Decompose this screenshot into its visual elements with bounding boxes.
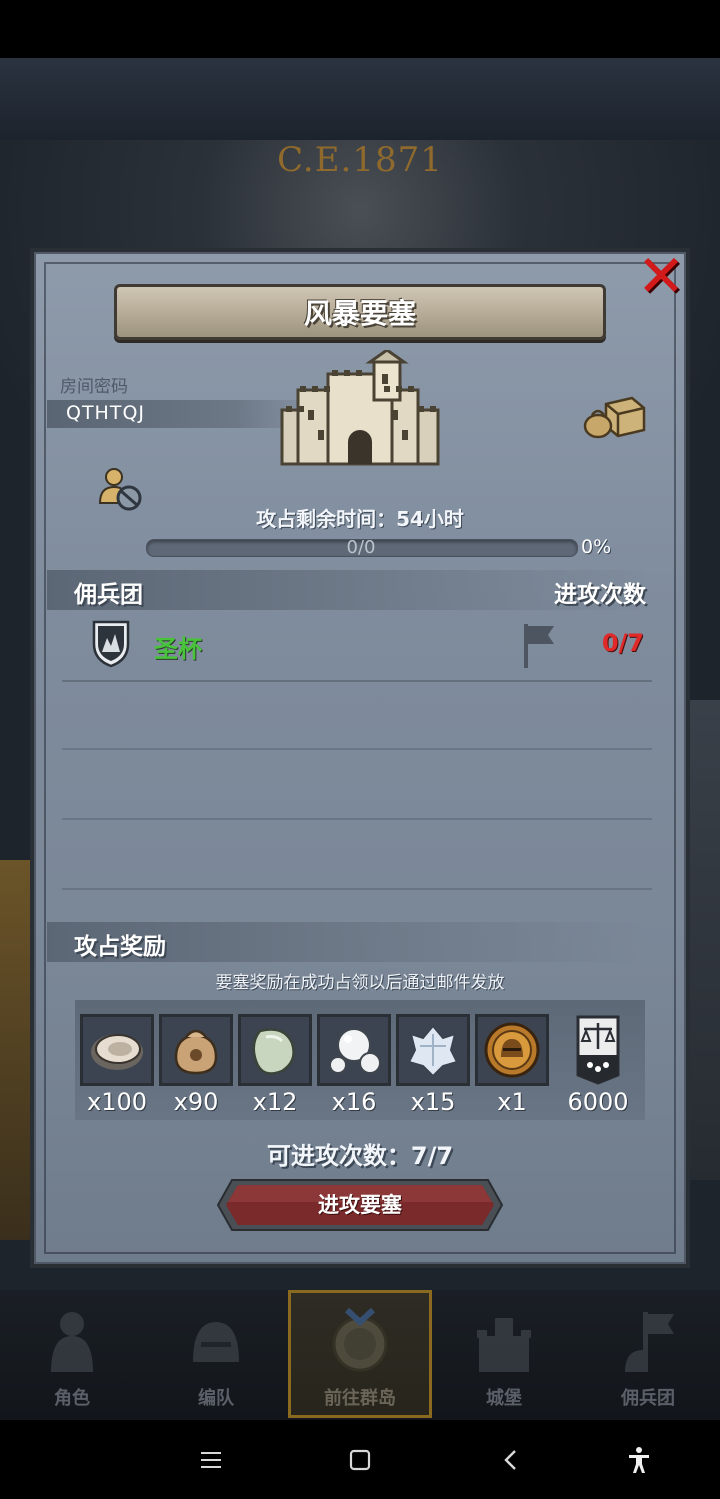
reward-header-label: 攻占奖励 [74, 934, 166, 960]
nav-item-castle[interactable]: 城堡 [432, 1290, 576, 1420]
compass-icon [332, 1307, 388, 1372]
accessibility-icon [629, 1447, 649, 1473]
year-label: C.E.1871 [277, 140, 443, 180]
fortress-castle-icon [280, 350, 440, 466]
flag-icon [524, 624, 554, 668]
accessibility-button[interactable] [617, 1438, 661, 1482]
top-bar-background [0, 58, 720, 140]
justice-banner-icon [576, 1015, 620, 1085]
mercenary-icon [625, 1312, 674, 1372]
empty-mercenary-slot [62, 888, 652, 890]
room-password-label: 房间密码 [60, 377, 128, 397]
reward-qty: x12 [252, 1088, 298, 1116]
capture-progress-text: 0/0 [346, 537, 376, 558]
back-chevron-icon [504, 1450, 516, 1470]
reward-item-justice-banner[interactable]: 6000 [561, 1014, 635, 1116]
capture-progress-percent: 0% [581, 536, 612, 558]
menu-button[interactable] [189, 1438, 233, 1482]
reward-qty: x15 [410, 1088, 456, 1116]
close-button[interactable]: ✕ [630, 245, 692, 307]
background-right-edge [690, 700, 720, 1180]
reward-qty: x16 [331, 1088, 377, 1116]
reward-item-knight-medal[interactable]: x1 [475, 1014, 549, 1116]
room-code[interactable]: QTHTQJ [66, 402, 145, 424]
mercenary-attack-count: 0/7 [601, 629, 644, 657]
storage-bag-crate-icon[interactable] [582, 390, 646, 440]
empty-mercenary-slot [62, 748, 652, 750]
jade-stone-icon [252, 1028, 295, 1075]
nav-item-islands[interactable]: 前往群岛 [288, 1290, 432, 1420]
crystal-icon [407, 1024, 459, 1078]
nav-label: 角色 [54, 1388, 90, 1409]
guild-shield-icon [92, 620, 130, 668]
reward-item-pearl[interactable]: x16 [317, 1014, 391, 1116]
castle-icon [477, 1318, 531, 1372]
reward-item-jade[interactable]: x12 [238, 1014, 312, 1116]
dialog-title: 风暴要塞 [303, 297, 416, 330]
square-home-icon [349, 1449, 371, 1471]
menu-icon [201, 1452, 221, 1468]
available-attacks-label: 可进攻次数：7/7 [266, 1142, 454, 1170]
nav-item-formation[interactable]: 编队 [144, 1290, 288, 1420]
nav-label: 城堡 [486, 1388, 522, 1409]
helmet-icon [193, 1322, 239, 1362]
attack-fortress-label: 进攻要塞 [318, 1193, 402, 1217]
back-button[interactable] [489, 1438, 533, 1482]
background-left-edge [0, 860, 30, 1240]
knight-icon [51, 1312, 93, 1372]
nav-item-character[interactable]: 角色 [0, 1290, 144, 1420]
knight-medal-icon [484, 1022, 540, 1078]
dialog-title-banner: 风暴要塞 [114, 284, 606, 340]
reward-qty: x90 [173, 1088, 219, 1116]
status-bar [0, 0, 720, 58]
empty-mercenary-slot [62, 818, 652, 820]
close-icon: ✕ [636, 242, 686, 310]
reward-qty: 6000 [567, 1088, 629, 1116]
reward-qty: x100 [86, 1088, 147, 1116]
nav-label: 佣兵团 [621, 1388, 675, 1409]
reward-item-sack[interactable]: x90 [159, 1014, 233, 1116]
mercenary-name: 圣杯 [154, 635, 202, 663]
nav-label: 编队 [198, 1388, 234, 1409]
mercenary-header-label: 佣兵团 [74, 582, 143, 608]
attack-fortress-button[interactable]: 进攻要塞 [216, 1178, 504, 1232]
pearl-icon [329, 1028, 381, 1074]
bottom-navigation: 角色 编队 前往群岛 城堡 佣兵团 [0, 1290, 720, 1420]
oyster-icon [91, 1034, 143, 1070]
nav-item-mercenary[interactable]: 佣兵团 [576, 1290, 720, 1420]
sack-icon [174, 1029, 218, 1075]
reward-item-oyster[interactable]: x100 [80, 1014, 154, 1116]
reward-qty: x1 [497, 1088, 527, 1116]
home-button[interactable] [338, 1438, 382, 1482]
nav-label: 前往群岛 [324, 1388, 396, 1409]
reward-item-crystal[interactable]: x15 [396, 1014, 470, 1116]
remaining-time-label: 攻占剩余时间：54小时 [256, 507, 464, 531]
attack-count-header-label: 进攻次数 [554, 582, 646, 608]
system-navigation-bar [0, 1420, 720, 1499]
reward-note: 要塞奖励在成功占领以后通过邮件发放 [215, 973, 505, 993]
mercenary-row[interactable]: 圣杯 0/7 [62, 612, 652, 682]
